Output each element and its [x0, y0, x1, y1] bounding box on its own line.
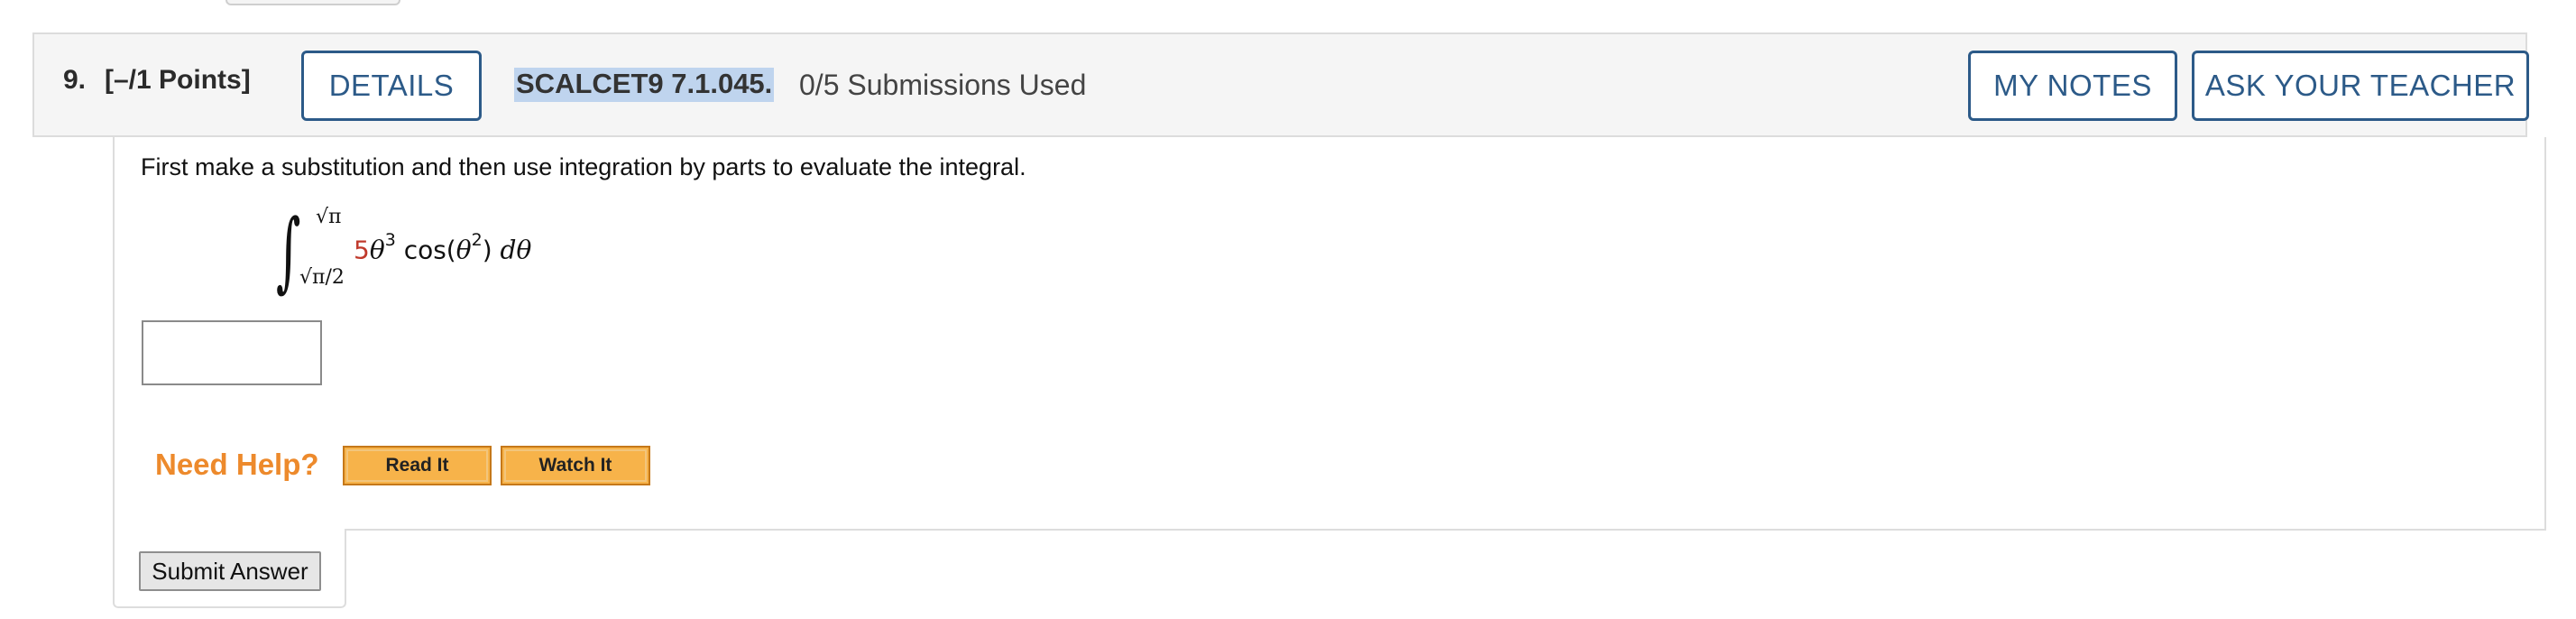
previous-question-edge	[225, 0, 400, 5]
need-help-label: Need Help?	[155, 448, 319, 481]
integrand-variable: θ	[369, 235, 385, 265]
question-page: 9. [–/1 Points] DETAILS SCALCET9 7.1.045…	[0, 0, 2576, 619]
integrand-function: cos(	[403, 235, 456, 265]
question-points: [–/1 Points]	[105, 65, 251, 95]
ask-your-teacher-button[interactable]: ASK YOUR TEACHER	[2192, 51, 2529, 121]
integrand-close-paren: )	[482, 235, 501, 265]
my-notes-button[interactable]: MY NOTES	[1968, 51, 2177, 121]
integrand-exponent: 3	[384, 230, 396, 250]
integrand-coefficient: 5	[354, 235, 370, 265]
read-it-button[interactable]: Read It	[343, 446, 492, 485]
question-prompt: First make a substitution and then use i…	[141, 153, 1026, 180]
question-id: SCALCET9 7.1.045.	[514, 68, 775, 102]
integrand: 5θ3 cos(θ2) dθ	[354, 230, 532, 265]
answer-input[interactable]	[142, 320, 322, 385]
integral-sign: ∫	[276, 200, 301, 301]
submit-answer-button[interactable]: Submit Answer	[139, 551, 321, 591]
details-button[interactable]: DETAILS	[301, 51, 482, 121]
submissions-used: 0/5 Submissions Used	[799, 69, 1087, 101]
integrand-differential: dθ	[500, 235, 532, 265]
integrand-inner-variable: θ	[455, 235, 472, 265]
question-number: 9.	[63, 65, 87, 95]
integral-upper-limit: √π	[316, 206, 342, 228]
question-header: 9. [–/1 Points] DETAILS SCALCET9 7.1.045…	[32, 32, 2529, 137]
integral-lower-limit: √π/2	[299, 266, 345, 289]
watch-it-button[interactable]: Watch It	[501, 446, 650, 485]
integrand-inner-exponent: 2	[471, 230, 483, 250]
